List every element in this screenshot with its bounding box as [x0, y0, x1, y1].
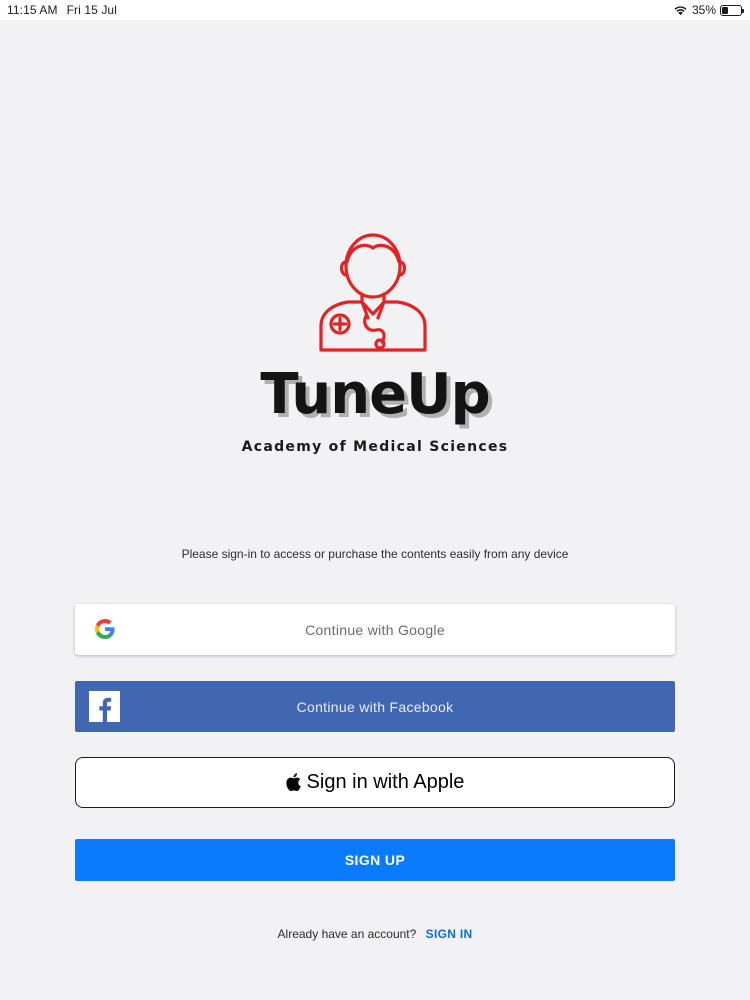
doctor-stethoscope-icon	[319, 233, 427, 352]
google-icon	[95, 619, 115, 639]
footer: Already have an account? SIGN IN	[0, 927, 750, 941]
sign-up-button[interactable]: SIGN UP	[75, 839, 675, 881]
status-date: Fri 15 Jul	[66, 3, 117, 17]
battery-percent: 35%	[691, 3, 716, 17]
battery-level	[722, 6, 729, 14]
apple-button-label: Sign in with Apple	[306, 771, 465, 793]
facebook-button-label: Continue with Facebook	[296, 698, 454, 715]
brand-title: TuneUp	[260, 362, 490, 427]
have-account-text: Already have an account?	[277, 927, 417, 941]
brand-subtitle: Academy of Medical Sciences	[241, 439, 509, 455]
sign-in-with-apple-button[interactable]: Sign in with Apple	[75, 757, 675, 808]
facebook-icon	[89, 691, 120, 722]
wifi-icon	[674, 6, 687, 16]
apple-icon	[285, 772, 301, 791]
sign-up-button-label: SIGN UP	[344, 852, 406, 868]
status-bar: 11:15 AM Fri 15 Jul 35%	[0, 0, 750, 20]
google-button-label: Continue with Google	[305, 621, 445, 638]
battery-icon	[720, 4, 744, 16]
intro-text: Please sign-in to access or purchase the…	[181, 547, 569, 561]
continue-with-facebook-button[interactable]: Continue with Facebook	[75, 681, 675, 732]
status-time: 11:15 AM	[7, 3, 58, 17]
sign-in-link[interactable]: SIGN IN	[426, 927, 473, 941]
continue-with-google-button[interactable]: Continue with Google	[75, 604, 675, 655]
